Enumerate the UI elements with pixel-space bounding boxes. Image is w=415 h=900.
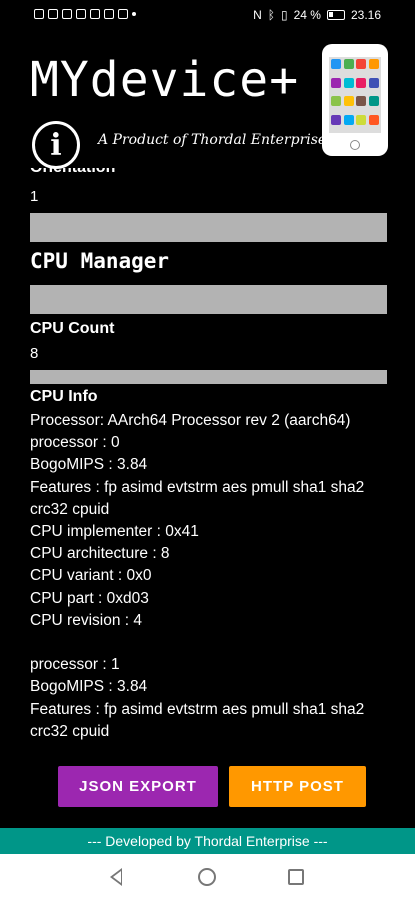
- sim-icon: [62, 9, 72, 19]
- phone-home-button-icon: [350, 140, 360, 150]
- cpu-manager-title: CPU Manager: [30, 249, 170, 273]
- bluetooth-icon: ᛒ: [267, 8, 275, 22]
- json-export-button[interactable]: JSON EXPORT: [58, 766, 218, 807]
- orientation-label: Orientation: [30, 168, 390, 176]
- battery-icon: [326, 10, 345, 20]
- recent-apps-icon[interactable]: [288, 869, 304, 885]
- footer-text: --- Developed by Thordal Enterprise ---: [87, 833, 328, 849]
- bag-icon: [104, 9, 114, 19]
- http-post-button[interactable]: HTTP POST: [229, 766, 366, 807]
- image-icon: [76, 9, 86, 19]
- status-bar: N ᛒ ▯ 24 % 23.16: [0, 0, 415, 34]
- phone-logo-icon: [322, 44, 388, 156]
- orientation-value: 1: [30, 188, 39, 205]
- cpu-info-text: Processor: AArch64 Processor rev 2 (aarc…: [30, 412, 365, 740]
- gear-icon: [118, 9, 128, 19]
- divider-bar: [30, 370, 387, 384]
- signal-icon: [34, 9, 44, 19]
- info-icon-glyph: i: [50, 127, 62, 163]
- vibrate-icon: ▯: [281, 8, 288, 22]
- back-icon[interactable]: [110, 868, 122, 886]
- system-nav-bar: [0, 854, 415, 900]
- divider-bar: [30, 285, 387, 314]
- scroll-content[interactable]: Orientation 1 CPU Manager CPU Count 8 CP…: [0, 168, 415, 756]
- info-icon[interactable]: i: [32, 121, 80, 169]
- tagline: A Product of Thordal Enterprise: [98, 132, 327, 148]
- app-title: MYdevice+: [30, 52, 300, 108]
- dot-icon: [132, 12, 136, 16]
- status-right: N ᛒ ▯ 24 % 23.16: [253, 8, 381, 22]
- footer-banner: --- Developed by Thordal Enterprise ---: [0, 828, 415, 854]
- cpu-info-label: CPU Info: [30, 388, 98, 405]
- nfc-icon: N: [253, 8, 262, 22]
- divider-bar: [30, 213, 387, 242]
- home-icon[interactable]: [198, 868, 216, 886]
- doc-icon: [90, 9, 100, 19]
- wifi-icon: [48, 9, 58, 19]
- status-time: 23.16: [350, 8, 381, 22]
- cpu-count-value: 8: [30, 345, 39, 362]
- battery-percent: 24 %: [293, 8, 321, 22]
- cpu-count-label: CPU Count: [30, 320, 115, 337]
- status-left-icons: [34, 9, 136, 19]
